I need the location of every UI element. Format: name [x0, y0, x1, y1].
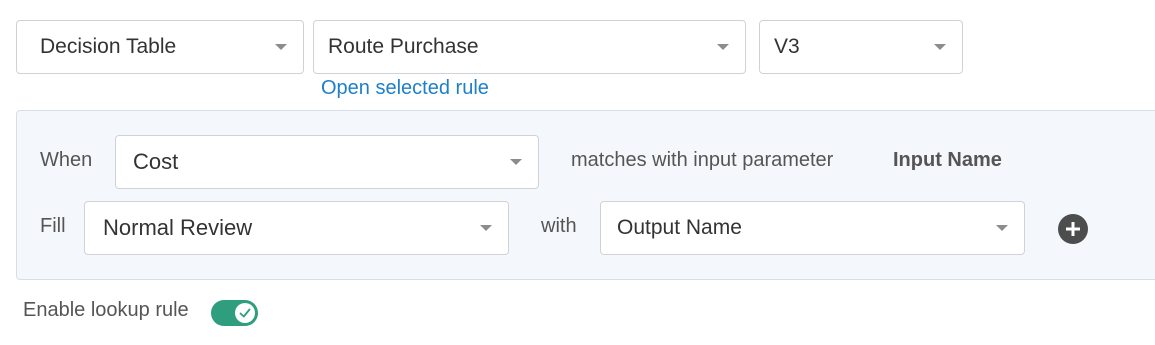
- when-field-select[interactable]: Cost: [115, 135, 539, 189]
- version-value: V3: [774, 35, 800, 58]
- with-label: with: [541, 215, 577, 237]
- rule-name-select[interactable]: Route Purchase: [313, 20, 746, 74]
- fill-field-select[interactable]: Normal Review: [84, 201, 509, 255]
- rule-name-value: Route Purchase: [328, 35, 479, 58]
- fill-label: Fill: [40, 215, 66, 237]
- version-select[interactable]: V3: [759, 20, 963, 74]
- when-label: When: [40, 149, 93, 171]
- chevron-down-icon: [934, 44, 946, 50]
- enable-lookup-toggle[interactable]: [211, 300, 258, 326]
- chevron-down-icon: [717, 44, 729, 50]
- chevron-down-icon: [510, 159, 522, 165]
- chevron-down-icon: [480, 225, 492, 231]
- mapping-panel: When Cost matches with input parameter I…: [16, 110, 1155, 280]
- output-name-select[interactable]: Output Name: [600, 201, 1025, 255]
- check-icon: [239, 308, 251, 318]
- chevron-down-icon: [275, 44, 287, 50]
- when-field-value: Cost: [133, 149, 179, 174]
- open-selected-rule-link[interactable]: Open selected rule: [321, 77, 489, 100]
- toggle-knob: [235, 303, 255, 323]
- matches-text: matches with input parameter: [571, 149, 834, 171]
- output-name-value: Output Name: [617, 216, 742, 239]
- rule-type-select[interactable]: Decision Table: [16, 20, 304, 74]
- fill-field-value: Normal Review: [103, 215, 253, 240]
- plus-circle-icon[interactable]: [1058, 214, 1088, 244]
- input-parameter-name: Input Name: [893, 149, 1002, 171]
- enable-lookup-label: Enable lookup rule: [23, 299, 189, 321]
- rule-type-value: Decision Table: [40, 35, 177, 58]
- chevron-down-icon: [996, 225, 1008, 231]
